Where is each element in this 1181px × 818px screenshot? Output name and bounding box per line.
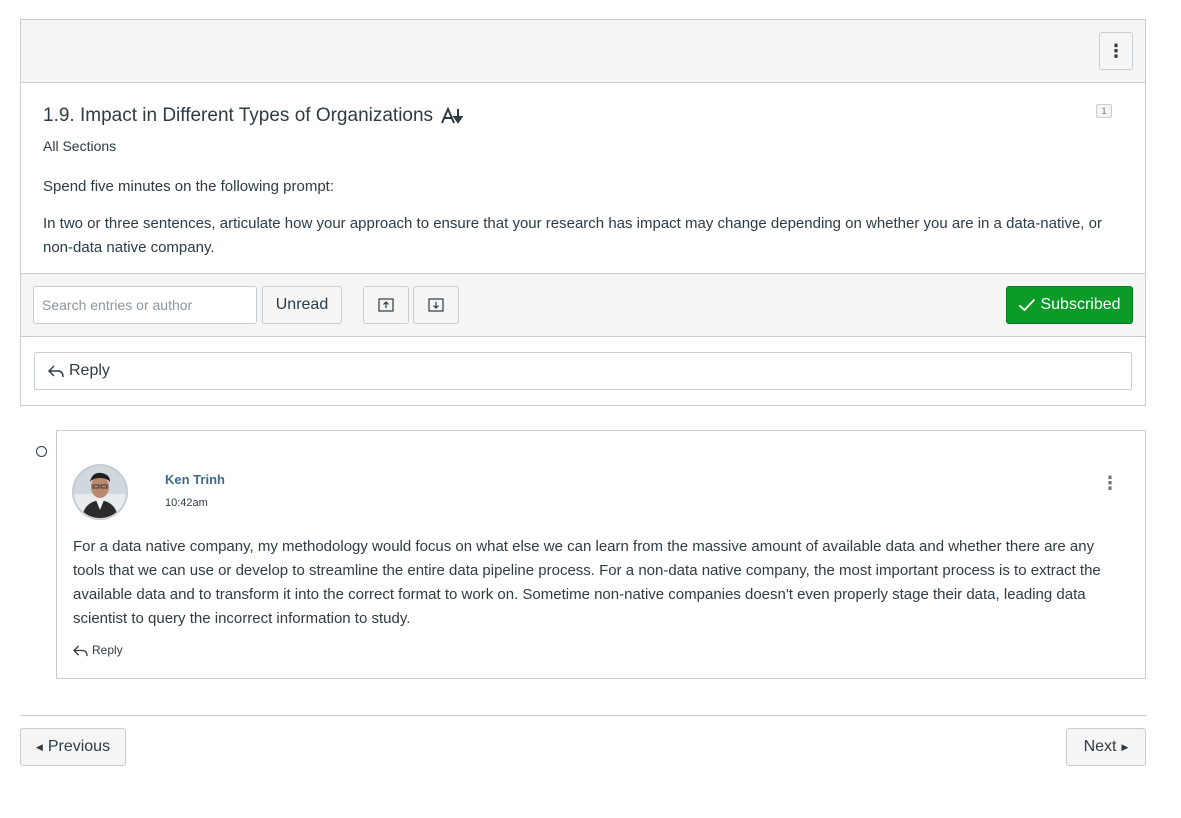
entry-reply-label: Reply: [92, 643, 123, 657]
discussion-filter-bar: Unread Subscribed: [21, 273, 1145, 337]
page-title: 1.9. Impact in Different Types of Organi…: [43, 105, 434, 126]
avatar[interactable]: [72, 464, 128, 520]
expand-all-button[interactable]: [363, 286, 409, 324]
topic-body: 1.9. Impact in Different Types of Organi…: [21, 83, 1145, 273]
collapse-all-icon: [428, 298, 444, 312]
collapse-all-button[interactable]: [413, 286, 459, 324]
next-label: Next: [1083, 738, 1117, 755]
topic-toolbar: ⋮: [21, 20, 1145, 83]
search-input[interactable]: [33, 286, 257, 324]
checkmark-icon: [1019, 298, 1036, 312]
entry-message: For a data native company, my methodolog…: [73, 538, 1101, 627]
prompt-intro: Spend five minutes on the following prom…: [43, 178, 334, 195]
reply-arrow-icon: [73, 644, 88, 656]
author-photo: [74, 466, 126, 518]
caret-left-icon: ◀: [35, 741, 43, 752]
kebab-icon: ⋮: [1107, 40, 1125, 61]
reply-count-badge: 1: [1096, 104, 1112, 118]
previous-button[interactable]: ◀ Previous: [20, 728, 126, 766]
post-timestamp: 10:42am: [165, 497, 208, 509]
topic-options-button[interactable]: ⋮: [1099, 32, 1133, 70]
divider: [20, 715, 1146, 716]
reply-to-topic-button[interactable]: Reply: [34, 352, 1132, 390]
discussion-topic-card: ⋮ 1.9. Impact in Different Types of Orga…: [20, 19, 1146, 406]
caret-right-icon: ▶: [1121, 741, 1129, 752]
unread-filter-button[interactable]: Unread: [262, 286, 342, 324]
author-name[interactable]: Ken Trinh: [165, 472, 225, 487]
subscribed-button[interactable]: Subscribed: [1006, 286, 1133, 324]
previous-label: Previous: [47, 738, 111, 755]
reply-label: Reply: [69, 362, 110, 379]
discussion-entry: Ken Trinh 10:42am ⋮ For a data native co…: [56, 430, 1146, 679]
kebab-icon: ⋮: [1101, 473, 1119, 493]
topic-title-row: 1.9. Impact in Different Types of Organi…: [43, 105, 464, 127]
entry-reply-button[interactable]: Reply: [72, 643, 123, 657]
sections-label: All Sections: [43, 138, 117, 154]
prompt-body: In two or three sentences, articulate ho…: [43, 215, 1102, 256]
read-status-indicator[interactable]: [36, 446, 47, 457]
reply-arrow-icon: [48, 365, 64, 378]
next-button[interactable]: Next ▶: [1066, 728, 1146, 766]
immersive-reader-icon[interactable]: [441, 107, 464, 125]
entry-options-button[interactable]: ⋮: [1101, 473, 1119, 494]
expand-all-icon: [378, 298, 394, 312]
subscribed-label: Subscribed: [1040, 296, 1121, 313]
